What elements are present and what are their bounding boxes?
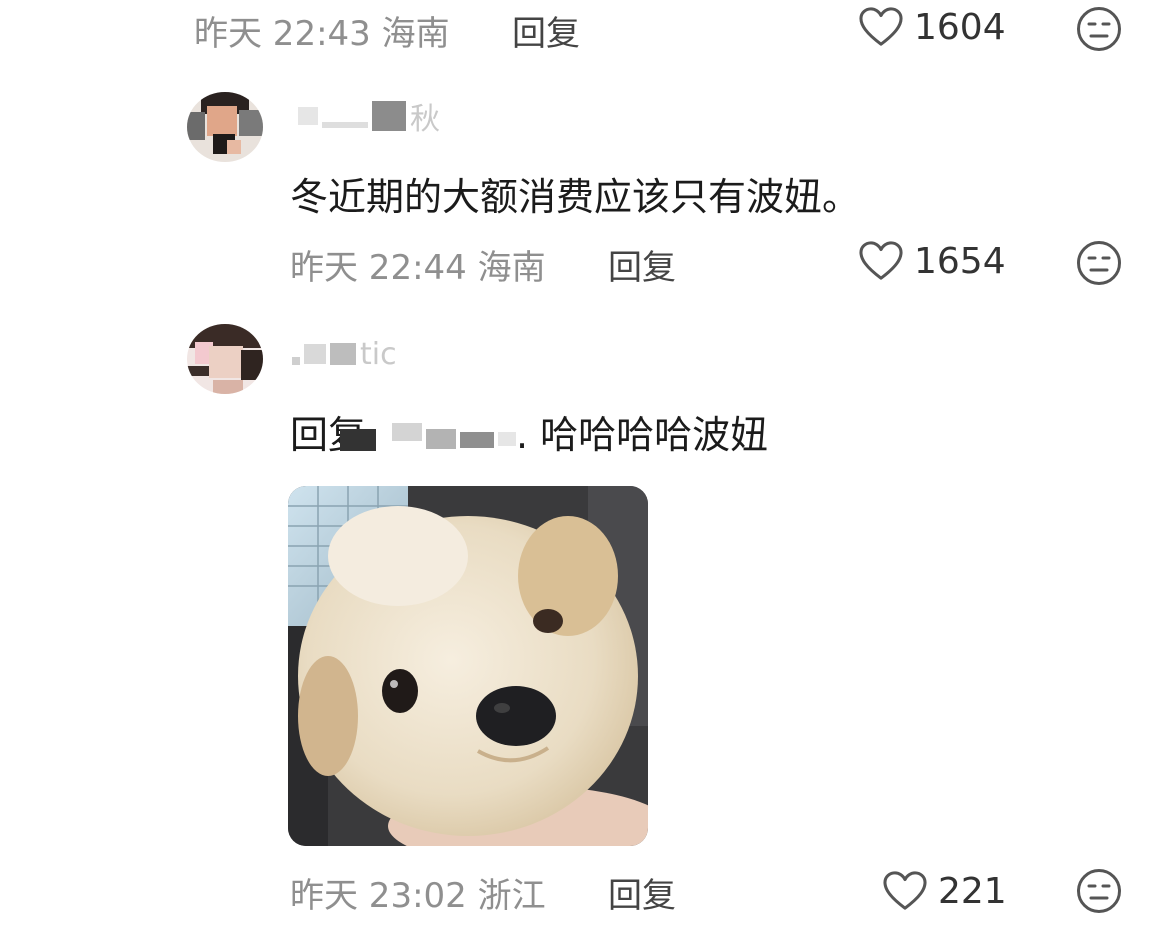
avatar[interactable] [187, 324, 263, 394]
avatar[interactable] [187, 92, 263, 162]
comment-image[interactable] [288, 486, 648, 846]
comment-meta: 昨天 22:43 海南 [194, 14, 450, 54]
username[interactable]: 秋 [298, 96, 440, 137]
comment-text: 回复 . 哈哈哈哈波妞 [290, 404, 768, 459]
redaction-block [460, 431, 495, 448]
username-visible: tic [360, 336, 397, 372]
like-button[interactable]: 221 [882, 870, 1007, 912]
redaction-block [372, 101, 406, 131]
like-button[interactable]: 1604 [858, 6, 1006, 48]
like-count: 221 [938, 870, 1007, 912]
dislike-button[interactable] [1076, 868, 1122, 914]
redaction-block [330, 343, 356, 365]
meh-face-icon [1076, 6, 1122, 52]
redaction-block [322, 122, 368, 128]
username[interactable]: tic [292, 334, 397, 374]
like-count: 1604 [914, 6, 1006, 48]
username-visible: 秋 [410, 102, 440, 137]
redaction-block [298, 107, 318, 125]
redaction-block [292, 357, 300, 365]
heart-outline-icon [882, 870, 928, 912]
redaction-block [498, 431, 517, 446]
reply-text: . 哈哈哈哈波妞 [516, 413, 769, 457]
reply-button[interactable]: 回复 [608, 868, 676, 917]
meh-face-icon [1076, 240, 1122, 286]
like-count: 1654 [914, 240, 1006, 282]
redaction-block [340, 428, 377, 451]
redaction-block [426, 428, 457, 449]
comment-meta: 昨天 23:02 浙江 [290, 876, 546, 916]
redaction-block [392, 422, 423, 441]
heart-outline-icon [858, 240, 904, 282]
heart-outline-icon [858, 6, 904, 48]
dislike-button[interactable] [1076, 6, 1122, 52]
meh-face-icon [1076, 868, 1122, 914]
like-button[interactable]: 1654 [858, 240, 1006, 282]
reply-button[interactable]: 回复 [608, 240, 676, 289]
redaction-block [304, 344, 326, 364]
reply-button[interactable]: 回复 [512, 6, 580, 55]
dislike-button[interactable] [1076, 240, 1122, 286]
comment-text: 冬近期的大额消费应该只有波妞。 [290, 175, 861, 219]
comment-meta: 昨天 22:44 海南 [290, 248, 546, 288]
puppy-photo [288, 486, 648, 846]
